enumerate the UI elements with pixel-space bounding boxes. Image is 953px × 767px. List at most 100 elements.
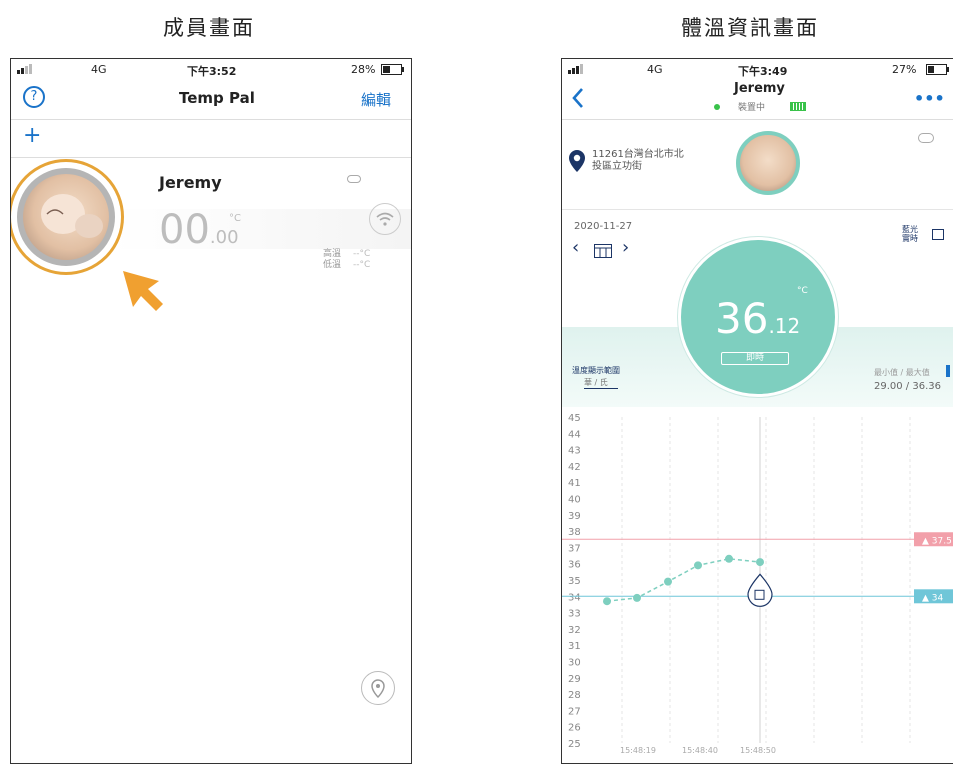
- wifi-icon: [376, 212, 394, 226]
- add-member-button[interactable]: +: [23, 123, 41, 148]
- range-toggle[interactable]: 華 / 氏: [584, 377, 618, 389]
- y-tick-label: 34: [568, 592, 581, 603]
- baby-photo-icon: [41, 194, 103, 238]
- battery-percent: 28%: [351, 63, 376, 76]
- location-pin-icon: [569, 150, 585, 172]
- y-tick-label: 40: [568, 495, 581, 506]
- low-temp-label: 低溫: [323, 260, 342, 270]
- light-mode-label: 藍光 實時: [902, 225, 918, 243]
- date-nav: ‹: [572, 237, 579, 258]
- stats-labels: 高溫 低溫: [323, 249, 341, 271]
- avatar-ring: [17, 168, 115, 266]
- x-tick-label: 15:48:50: [740, 746, 776, 755]
- high-temp-label: 高溫: [323, 249, 342, 259]
- y-tick-label: 35: [568, 576, 581, 587]
- member-screen: 4G 下午3:52 28% ? Temp Pal 編輯 + Jeremy 00.…: [10, 58, 412, 764]
- member-card[interactable]: Jeremy 00.00 °C 高溫 低溫 --°C --°C: [11, 159, 411, 275]
- y-tick-label: 29: [568, 674, 581, 685]
- cloud-upload-icon: [918, 133, 934, 143]
- right-heading: 體溫資訊畫面: [681, 16, 819, 40]
- y-tick-label: 44: [568, 429, 581, 440]
- network-label: 4G: [91, 63, 107, 76]
- next-day-button[interactable]: ›: [622, 237, 629, 258]
- temperature-integer: 36: [715, 294, 769, 343]
- series-line: [606, 558, 761, 602]
- y-tick-label: 42: [568, 462, 581, 473]
- divider: [562, 119, 953, 120]
- clock: 下午3:49: [738, 65, 788, 78]
- cloud-icon: [347, 175, 361, 183]
- member-avatar[interactable]: [736, 131, 800, 195]
- signal-icon: [568, 64, 583, 74]
- y-tick-label: 26: [568, 723, 581, 734]
- temperature-decimal: .00: [209, 227, 239, 248]
- y-tick-label: 41: [568, 478, 581, 489]
- divider: [11, 119, 411, 120]
- member-name: Jeremy: [734, 81, 785, 96]
- battery-percent: 27%: [892, 63, 917, 76]
- network-label: 4G: [647, 63, 663, 76]
- high-temp-value: --°C: [353, 249, 371, 259]
- prev-day-button[interactable]: ‹: [572, 237, 579, 258]
- address-line-1: 11261台灣台北市北: [592, 149, 684, 160]
- member-name: Jeremy: [159, 173, 222, 192]
- help-button[interactable]: ?: [23, 86, 45, 108]
- y-tick-label: 36: [568, 560, 581, 571]
- battery-icon: [381, 64, 404, 75]
- y-tick-label: 32: [568, 625, 581, 636]
- x-tick-label: 15:48:19: [620, 746, 656, 755]
- temperature-chart[interactable]: 45 44 43 42 41 40 39 38 37 36 35 34 33 32 31 30 29 28 27 26…: [562, 411, 953, 763]
- y-tick-label: 28: [568, 690, 581, 701]
- date-label: 2020-11-27: [574, 221, 633, 232]
- temp-band: [111, 209, 411, 249]
- left-heading: 成員畫面: [163, 16, 255, 40]
- y-tick-label: 30: [568, 658, 581, 669]
- address-line-2: 投區立功街: [592, 161, 642, 172]
- divider: [11, 157, 411, 158]
- signal-icon: [17, 64, 32, 74]
- y-tick-label: 27: [568, 706, 581, 717]
- wifi-button[interactable]: [369, 203, 401, 235]
- temperature-decimal: .12: [768, 314, 801, 338]
- temperature-unit: °C: [229, 213, 241, 224]
- address: 11261台灣台北市北 投區立功街: [592, 149, 684, 173]
- battery-icon: [926, 64, 949, 75]
- high-alert-label: ▲ 37.5: [922, 536, 952, 546]
- data-point: [633, 593, 641, 602]
- data-point: [756, 558, 764, 567]
- data-point: [725, 554, 733, 563]
- minmax-toggle[interactable]: [946, 365, 950, 377]
- location-pin-icon: [371, 679, 385, 699]
- y-tick-label: 25: [568, 739, 581, 750]
- realtime-badge[interactable]: 即時: [721, 352, 789, 365]
- app-title: Temp Pal: [179, 89, 255, 107]
- y-tick-label: 43: [568, 446, 581, 457]
- note-icon[interactable]: [932, 229, 944, 240]
- calendar-icon[interactable]: [594, 244, 612, 258]
- connection-dot-icon: [714, 104, 720, 110]
- y-tick-label: 37: [568, 543, 581, 554]
- member-avatar[interactable]: [11, 159, 124, 275]
- y-tick-label: 45: [568, 413, 581, 424]
- back-button[interactable]: [570, 87, 586, 109]
- status-bar: 4G 下午3:52 28%: [11, 59, 411, 79]
- y-tick-label: 31: [568, 641, 581, 652]
- low-alert-label: ▲ 34: [922, 593, 944, 603]
- y-tick-label: 39: [568, 511, 581, 522]
- temperature-screen: 4G 下午3:49 27% Jeremy 裝置中 ••• 11261台灣台北市北…: [561, 58, 953, 764]
- temperature-reading: 00.00: [159, 207, 239, 253]
- stats-values: --°C --°C: [353, 249, 370, 271]
- minmax-value: 29.00 / 36.36: [874, 381, 941, 392]
- status-bar: 4G 下午3:49 27%: [562, 59, 953, 79]
- x-tick-label: 15:48:40: [682, 746, 718, 755]
- location-button[interactable]: [361, 671, 395, 705]
- y-tick-label: 38: [568, 527, 581, 538]
- minmax-label: 最小值 / 最大值: [874, 368, 930, 377]
- device-status: 裝置中: [738, 103, 766, 113]
- edit-button[interactable]: 編輯: [361, 89, 391, 110]
- range-label: 溫度顯示範圍: [572, 366, 620, 375]
- divider: [562, 209, 953, 210]
- data-point: [694, 561, 702, 570]
- more-menu-button[interactable]: •••: [914, 89, 945, 108]
- low-temp-value: --°C: [353, 260, 371, 270]
